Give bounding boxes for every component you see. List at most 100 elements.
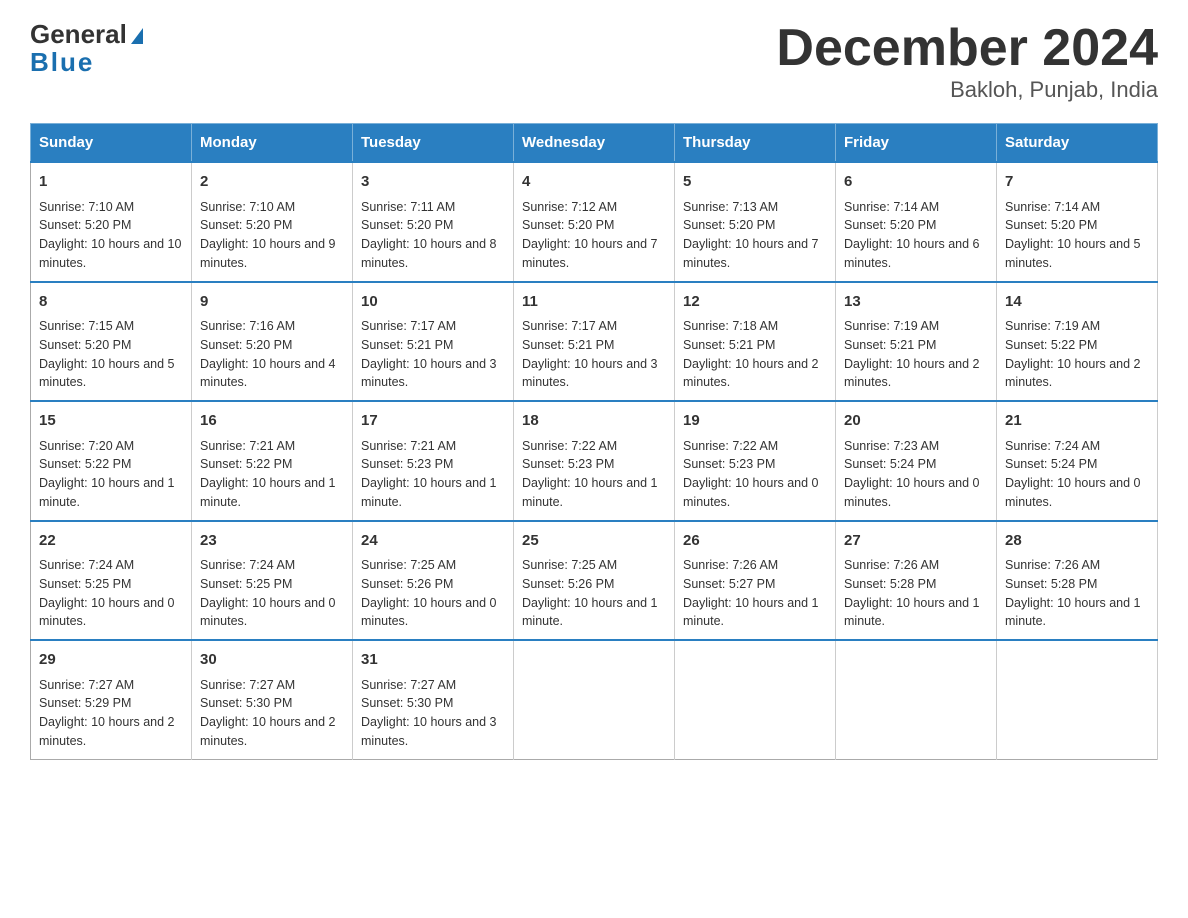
calendar-cell: 2Sunrise: 7:10 AMSunset: 5:20 PMDaylight… (192, 162, 353, 282)
sunrise-text: Sunrise: 7:24 AM (200, 558, 295, 572)
day-number: 18 (522, 410, 666, 433)
sunset-text: Sunset: 5:24 PM (844, 457, 936, 471)
sunset-text: Sunset: 5:26 PM (361, 577, 453, 591)
calendar-cell (836, 640, 997, 759)
day-header-wednesday: Wednesday (514, 124, 675, 163)
day-number: 25 (522, 530, 666, 553)
day-number: 24 (361, 530, 505, 553)
daylight-text: Daylight: 10 hours and 3 minutes. (361, 715, 497, 748)
daylight-text: Daylight: 10 hours and 7 minutes. (522, 237, 658, 270)
day-number: 16 (200, 410, 344, 433)
calendar-week-row: 15Sunrise: 7:20 AMSunset: 5:22 PMDayligh… (31, 401, 1158, 521)
calendar-cell: 6Sunrise: 7:14 AMSunset: 5:20 PMDaylight… (836, 162, 997, 282)
calendar-cell: 30Sunrise: 7:27 AMSunset: 5:30 PMDayligh… (192, 640, 353, 759)
days-header-row: SundayMondayTuesdayWednesdayThursdayFrid… (31, 124, 1158, 163)
calendar-cell (514, 640, 675, 759)
daylight-text: Daylight: 10 hours and 3 minutes. (361, 357, 497, 390)
sunset-text: Sunset: 5:24 PM (1005, 457, 1097, 471)
sunset-text: Sunset: 5:20 PM (844, 218, 936, 232)
sunrise-text: Sunrise: 7:20 AM (39, 439, 134, 453)
sunset-text: Sunset: 5:22 PM (200, 457, 292, 471)
daylight-text: Daylight: 10 hours and 1 minute. (39, 476, 175, 509)
sunrise-text: Sunrise: 7:26 AM (844, 558, 939, 572)
calendar-cell: 8Sunrise: 7:15 AMSunset: 5:20 PMDaylight… (31, 282, 192, 402)
day-header-tuesday: Tuesday (353, 124, 514, 163)
daylight-text: Daylight: 10 hours and 10 minutes. (39, 237, 181, 270)
day-header-sunday: Sunday (31, 124, 192, 163)
day-number: 10 (361, 291, 505, 314)
calendar-cell: 19Sunrise: 7:22 AMSunset: 5:23 PMDayligh… (675, 401, 836, 521)
sunrise-text: Sunrise: 7:22 AM (522, 439, 617, 453)
sunrise-text: Sunrise: 7:27 AM (361, 678, 456, 692)
sunset-text: Sunset: 5:26 PM (522, 577, 614, 591)
sunrise-text: Sunrise: 7:19 AM (844, 319, 939, 333)
daylight-text: Daylight: 10 hours and 9 minutes. (200, 237, 336, 270)
calendar-cell: 1Sunrise: 7:10 AMSunset: 5:20 PMDaylight… (31, 162, 192, 282)
sunrise-text: Sunrise: 7:24 AM (39, 558, 134, 572)
day-header-friday: Friday (836, 124, 997, 163)
calendar-cell: 12Sunrise: 7:18 AMSunset: 5:21 PMDayligh… (675, 282, 836, 402)
day-number: 30 (200, 649, 344, 672)
sunrise-text: Sunrise: 7:21 AM (361, 439, 456, 453)
sunrise-text: Sunrise: 7:25 AM (522, 558, 617, 572)
calendar-cell (675, 640, 836, 759)
day-header-thursday: Thursday (675, 124, 836, 163)
day-number: 4 (522, 171, 666, 194)
calendar-subtitle: Bakloh, Punjab, India (776, 77, 1158, 103)
day-number: 6 (844, 171, 988, 194)
sunrise-text: Sunrise: 7:14 AM (844, 200, 939, 214)
day-number: 23 (200, 530, 344, 553)
calendar-cell: 5Sunrise: 7:13 AMSunset: 5:20 PMDaylight… (675, 162, 836, 282)
daylight-text: Daylight: 10 hours and 1 minute. (200, 476, 336, 509)
calendar-cell: 22Sunrise: 7:24 AMSunset: 5:25 PMDayligh… (31, 521, 192, 641)
sunrise-text: Sunrise: 7:17 AM (361, 319, 456, 333)
calendar-cell: 18Sunrise: 7:22 AMSunset: 5:23 PMDayligh… (514, 401, 675, 521)
day-number: 14 (1005, 291, 1149, 314)
daylight-text: Daylight: 10 hours and 8 minutes. (361, 237, 497, 270)
day-number: 5 (683, 171, 827, 194)
sunrise-text: Sunrise: 7:10 AM (39, 200, 134, 214)
sunrise-text: Sunrise: 7:16 AM (200, 319, 295, 333)
day-number: 31 (361, 649, 505, 672)
sunset-text: Sunset: 5:23 PM (522, 457, 614, 471)
sunrise-text: Sunrise: 7:23 AM (844, 439, 939, 453)
day-number: 28 (1005, 530, 1149, 553)
calendar-cell: 24Sunrise: 7:25 AMSunset: 5:26 PMDayligh… (353, 521, 514, 641)
sunrise-text: Sunrise: 7:17 AM (522, 319, 617, 333)
calendar-cell: 16Sunrise: 7:21 AMSunset: 5:22 PMDayligh… (192, 401, 353, 521)
day-number: 21 (1005, 410, 1149, 433)
day-number: 12 (683, 291, 827, 314)
daylight-text: Daylight: 10 hours and 0 minutes. (39, 596, 175, 629)
daylight-text: Daylight: 10 hours and 5 minutes. (39, 357, 175, 390)
sunrise-text: Sunrise: 7:22 AM (683, 439, 778, 453)
daylight-text: Daylight: 10 hours and 1 minute. (1005, 596, 1141, 629)
calendar-cell: 15Sunrise: 7:20 AMSunset: 5:22 PMDayligh… (31, 401, 192, 521)
sunset-text: Sunset: 5:23 PM (361, 457, 453, 471)
day-number: 2 (200, 171, 344, 194)
daylight-text: Daylight: 10 hours and 1 minute. (683, 596, 819, 629)
sunset-text: Sunset: 5:22 PM (1005, 338, 1097, 352)
calendar-cell: 23Sunrise: 7:24 AMSunset: 5:25 PMDayligh… (192, 521, 353, 641)
day-number: 17 (361, 410, 505, 433)
sunset-text: Sunset: 5:22 PM (39, 457, 131, 471)
daylight-text: Daylight: 10 hours and 0 minutes. (200, 596, 336, 629)
sunrise-text: Sunrise: 7:27 AM (39, 678, 134, 692)
day-number: 3 (361, 171, 505, 194)
daylight-text: Daylight: 10 hours and 1 minute. (844, 596, 980, 629)
logo-blue-text: Blue (30, 47, 94, 78)
daylight-text: Daylight: 10 hours and 0 minutes. (1005, 476, 1141, 509)
calendar-cell: 10Sunrise: 7:17 AMSunset: 5:21 PMDayligh… (353, 282, 514, 402)
calendar-week-row: 29Sunrise: 7:27 AMSunset: 5:29 PMDayligh… (31, 640, 1158, 759)
sunrise-text: Sunrise: 7:24 AM (1005, 439, 1100, 453)
sunrise-text: Sunrise: 7:10 AM (200, 200, 295, 214)
sunset-text: Sunset: 5:21 PM (683, 338, 775, 352)
day-number: 19 (683, 410, 827, 433)
daylight-text: Daylight: 10 hours and 0 minutes. (844, 476, 980, 509)
calendar-cell: 4Sunrise: 7:12 AMSunset: 5:20 PMDaylight… (514, 162, 675, 282)
daylight-text: Daylight: 10 hours and 2 minutes. (39, 715, 175, 748)
sunset-text: Sunset: 5:20 PM (200, 338, 292, 352)
day-number: 11 (522, 291, 666, 314)
sunrise-text: Sunrise: 7:27 AM (200, 678, 295, 692)
sunset-text: Sunset: 5:30 PM (200, 696, 292, 710)
sunrise-text: Sunrise: 7:19 AM (1005, 319, 1100, 333)
